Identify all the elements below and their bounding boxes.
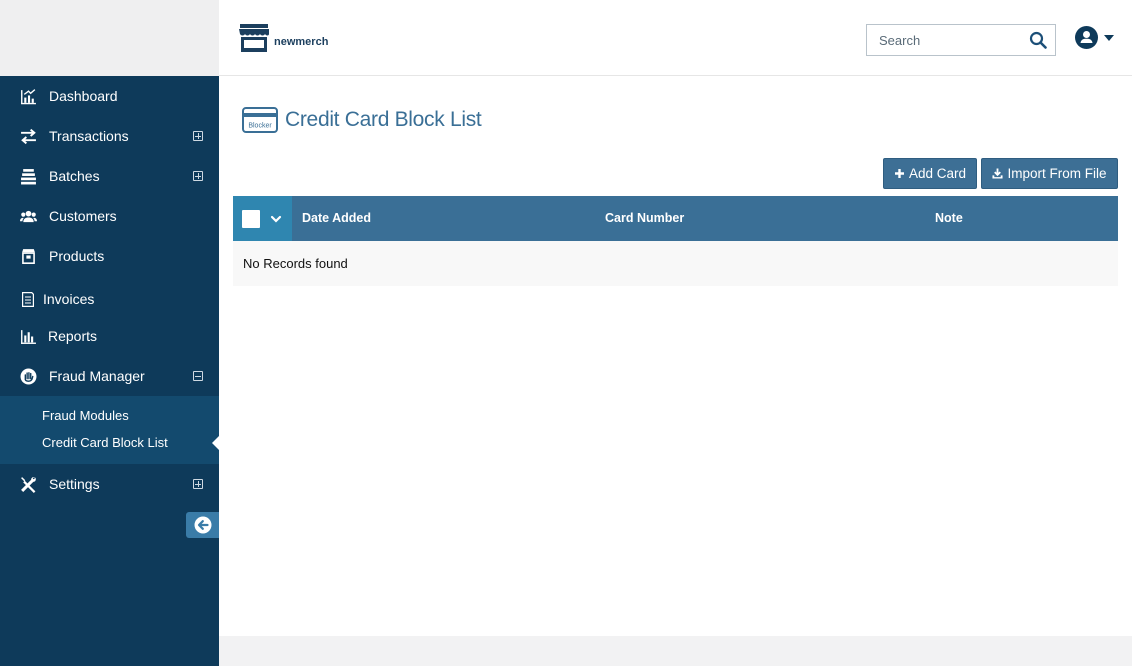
column-header-date-added[interactable]: Date Added — [302, 211, 371, 225]
expand-plus-icon[interactable] — [193, 131, 203, 141]
fraud-manager-submenu: Fraud Modules Credit Card Block List — [0, 396, 219, 464]
credit-card-blocker-icon: Blocker — [242, 107, 278, 133]
download-icon — [992, 168, 1004, 179]
sidebar-nav: Dashboard Transactions Batches Customers — [0, 76, 219, 396]
sidebar-nav-bottom: Settings — [0, 464, 219, 504]
search-icon[interactable] — [1029, 31, 1047, 49]
sidebar-item-fraud-manager[interactable]: Fraud Manager — [0, 356, 219, 396]
block-list-table: Date Added Card Number Note No Records f… — [233, 196, 1118, 286]
sidebar-item-label: Reports — [48, 328, 98, 344]
caret-down-icon — [1104, 34, 1114, 41]
expand-plus-icon[interactable] — [193, 479, 203, 489]
sidebar-subitem-credit-card-block-list[interactable]: Credit Card Block List — [0, 429, 219, 456]
sidebar-subitem-fraud-modules[interactable]: Fraud Modules — [0, 402, 219, 429]
arrow-left-circle-icon — [194, 516, 211, 534]
footer-band — [219, 636, 1132, 666]
table-empty-row: No Records found — [233, 241, 1118, 286]
user-menu[interactable] — [1075, 26, 1114, 49]
sidebar-item-invoices[interactable]: Invoices — [0, 276, 219, 316]
column-header-note[interactable]: Note — [935, 211, 963, 225]
sidebar-item-customers[interactable]: Customers — [0, 196, 219, 236]
brand-name: newmerch — [274, 36, 329, 48]
tools-icon — [20, 475, 42, 493]
page-heading: Blocker Credit Card Block List — [242, 107, 482, 133]
page-title: Credit Card Block List — [285, 108, 482, 131]
add-card-button[interactable]: Add Card — [883, 158, 977, 189]
expand-plus-icon[interactable] — [193, 171, 203, 181]
box-icon — [20, 247, 42, 265]
sidebar-item-label: Invoices — [43, 291, 95, 307]
users-group-icon — [20, 207, 42, 225]
top-header: newmerch — [219, 0, 1132, 76]
sidebar-item-products[interactable]: Products — [0, 236, 219, 276]
sidebar-item-label: Customers — [49, 208, 117, 224]
sidebar-collapse-button[interactable] — [186, 512, 219, 538]
main-content: Blocker Credit Card Block List Add Card … — [219, 77, 1132, 636]
sidebar-item-reports[interactable]: Reports — [0, 316, 219, 356]
sidebar-item-settings[interactable]: Settings — [0, 464, 219, 504]
bulk-select-control[interactable] — [233, 196, 292, 241]
table-header: Date Added Card Number Note — [233, 196, 1118, 241]
document-icon — [20, 290, 36, 308]
select-all-checkbox[interactable] — [242, 209, 260, 228]
chevron-down-icon[interactable] — [270, 213, 282, 225]
sidebar-item-label: Dashboard — [49, 88, 118, 104]
sidebar-item-label: Batches — [49, 168, 100, 184]
hand-stop-icon — [20, 367, 42, 385]
empty-message: No Records found — [243, 256, 348, 271]
stack-icon — [20, 167, 42, 185]
storefront-icon — [239, 24, 269, 52]
sidebar-item-label: Settings — [49, 476, 100, 492]
dashboard-chart-icon — [20, 87, 42, 105]
sidebar-item-dashboard[interactable]: Dashboard — [0, 76, 219, 116]
import-from-file-button[interactable]: Import From File — [981, 158, 1118, 189]
sidebar-item-label: Products — [49, 248, 105, 264]
sidebar-item-label: Transactions — [49, 128, 129, 144]
card-icon-text: Blocker — [248, 123, 272, 130]
add-card-label: Add Card — [908, 166, 967, 181]
user-circle-icon — [1075, 26, 1098, 49]
sidebar: Dashboard Transactions Batches Customers — [0, 0, 219, 666]
arrows-exchange-icon — [20, 127, 42, 145]
search-box — [866, 24, 1056, 56]
import-from-file-label: Import From File — [1007, 166, 1107, 181]
sidebar-item-batches[interactable]: Batches — [0, 156, 219, 196]
sidebar-item-transactions[interactable]: Transactions — [0, 116, 219, 156]
plus-icon — [894, 169, 904, 178]
bar-chart-icon — [20, 327, 41, 345]
sidebar-item-label: Fraud Manager — [49, 368, 145, 384]
search-input[interactable] — [867, 25, 1017, 55]
column-header-card-number[interactable]: Card Number — [605, 211, 684, 225]
brand[interactable]: newmerch — [239, 24, 328, 52]
sidebar-top-area — [0, 0, 219, 76]
collapse-minus-icon[interactable] — [193, 371, 203, 381]
